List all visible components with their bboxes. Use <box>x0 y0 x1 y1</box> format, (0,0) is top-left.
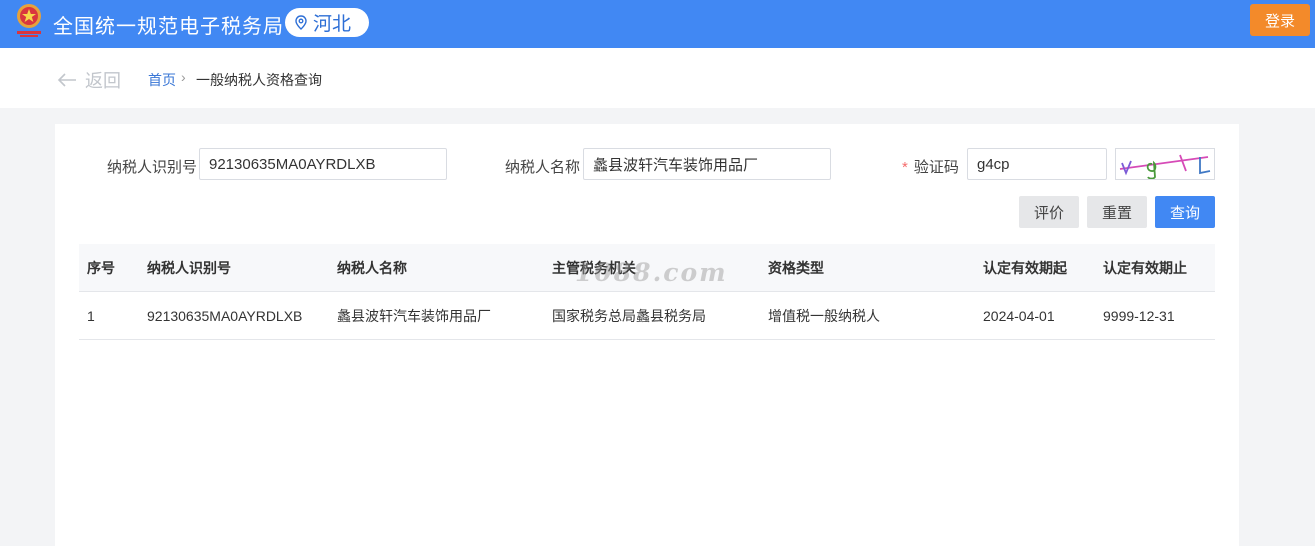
captcha-label-group: * 验证码 <box>902 156 959 177</box>
table-cell: 2024-04-01 <box>983 308 1055 324</box>
breadcrumb-current: 一般纳税人资格查询 <box>196 72 322 88</box>
taxpayer-name-label: 纳税人名称 <box>505 159 581 176</box>
table-cell: 增值税一般纳税人 <box>768 308 880 324</box>
breadcrumb-bar: 返回 首页 › 一般纳税人资格查询 <box>0 48 1315 108</box>
site-title: 全国统一规范电子税务局 <box>53 16 284 38</box>
table-cell: 蠡县波轩汽车装饰用品厂 <box>337 308 491 324</box>
chevron-right-icon: › <box>181 69 186 85</box>
top-bar: 全国统一规范电子税务局 河北 登录 <box>0 0 1315 48</box>
tax-emblem-icon <box>17 4 41 37</box>
evaluate-button[interactable]: 评价 <box>1019 196 1079 228</box>
back-button[interactable]: 返回 <box>57 67 121 93</box>
table-row: 1 92130635MA0AYRDLXB 蠡县波轩汽车装饰用品厂 国家税务总局蠡… <box>79 292 1215 340</box>
column-header: 序号 <box>87 260 115 276</box>
login-button[interactable]: 登录 <box>1250 4 1310 36</box>
required-mark: * <box>902 159 908 176</box>
column-header: 主管税务机关 <box>552 260 636 276</box>
column-header: 纳税人识别号 <box>147 260 231 276</box>
captcha-label: 验证码 <box>913 159 959 176</box>
back-label: 返回 <box>85 71 121 91</box>
column-header: 认定有效期起 <box>983 260 1067 276</box>
taxpayer-name-input[interactable] <box>583 148 831 180</box>
region-label: 河北 <box>313 14 352 35</box>
table-cell: 92130635MA0AYRDLXB <box>147 308 303 324</box>
captcha-input[interactable] <box>967 148 1107 180</box>
table-cell: 国家税务总局蠡县税务局 <box>552 308 706 324</box>
query-button[interactable]: 查询 <box>1155 196 1215 228</box>
table-cell: 9999-12-31 <box>1103 308 1175 324</box>
table-cell: 1 <box>87 308 95 324</box>
table-header: 序号 纳税人识别号 纳税人名称 主管税务机关 资格类型 认定有效期起 认定有效期… <box>79 244 1215 292</box>
reset-button[interactable]: 重置 <box>1087 196 1147 228</box>
breadcrumb-home-link[interactable]: 首页 <box>148 70 176 90</box>
captcha-image-icon <box>1119 154 1211 180</box>
region-selector[interactable]: 河北 <box>285 8 369 37</box>
column-header: 纳税人名称 <box>337 260 407 276</box>
arrow-left-icon <box>57 73 76 87</box>
location-pin-icon <box>295 15 307 30</box>
captcha-image[interactable] <box>1115 148 1215 180</box>
taxpayer-id-label: 纳税人识别号 <box>107 159 198 176</box>
column-header: 认定有效期止 <box>1103 260 1187 276</box>
taxpayer-id-input[interactable] <box>199 148 447 180</box>
column-header: 资格类型 <box>768 260 824 276</box>
